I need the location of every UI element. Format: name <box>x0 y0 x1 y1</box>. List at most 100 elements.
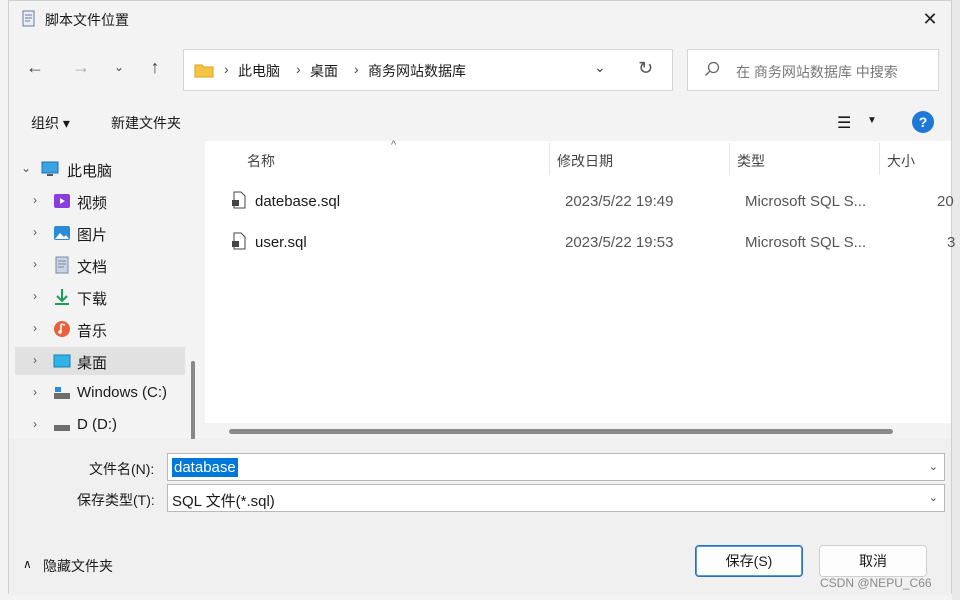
document-icon <box>55 256 69 274</box>
arrow-left-icon: ← <box>26 56 44 77</box>
background-window-strip <box>952 0 960 600</box>
folder-icon <box>194 64 214 78</box>
back-button[interactable]: ← <box>23 55 47 79</box>
sidebar-item-label: Windows (C:) <box>77 384 168 401</box>
new-folder-button[interactable]: 新建文件夹 <box>111 113 181 133</box>
column-divider[interactable] <box>879 143 880 175</box>
organize-menu[interactable]: 组织 ▾ <box>31 113 70 133</box>
sidebar-item-label: 下载 <box>77 291 108 308</box>
arrow-right-icon: → <box>72 56 90 77</box>
filetype-select[interactable]: SQL 文件(*.sql) ⌄ <box>167 484 945 512</box>
breadcrumb-desktop[interactable]: 桌面 <box>310 61 338 81</box>
filename-value: database <box>172 458 238 477</box>
refresh-icon[interactable]: ↻ <box>638 58 653 79</box>
watermark: CSDN @NEPU_C66 <box>820 576 932 590</box>
music-icon <box>54 321 70 337</box>
chevron-up-icon[interactable]: ∧ <box>23 557 32 571</box>
sidebar-item-desktop[interactable]: › 桌面 <box>15 347 185 375</box>
filename-input[interactable]: database ⌄ <box>167 453 945 481</box>
chevron-right-icon[interactable]: › <box>33 385 37 399</box>
file-type: Microsoft SQL S... <box>745 234 867 251</box>
chevron-down-icon[interactable]: ⌄ <box>21 161 31 175</box>
video-icon <box>54 194 70 208</box>
address-bar[interactable]: › 此电脑 › 桌面 › 商务网站数据库 ⌄ ↻ <box>183 49 673 91</box>
file-name: datebase.sql <box>255 193 341 210</box>
chevron-down-icon: ⌄ <box>113 60 125 74</box>
chevron-right-icon[interactable]: › <box>33 417 37 431</box>
breadcrumb-this-pc[interactable]: 此电脑 <box>238 61 280 81</box>
sidebar-item-this-pc[interactable]: ⌄ 此电脑 <box>15 155 185 183</box>
column-divider[interactable] <box>729 143 730 175</box>
sidebar-item-downloads[interactable]: › 下载 <box>15 283 185 311</box>
navigation-pane: ⌄ 此电脑 › 视频 › 图片 › 文档 › 下载 › 音乐 › 桌面 › Wi… <box>9 141 205 507</box>
horizontal-scrollbar[interactable] <box>205 423 951 439</box>
chevron-right-icon: › <box>224 61 229 77</box>
file-size: 3 <box>947 234 956 251</box>
horizontal-scrollbar-thumb[interactable] <box>229 429 893 434</box>
recent-locations-button[interactable]: ⌄ <box>107 55 131 79</box>
column-header-modified[interactable]: 修改日期 <box>557 151 613 171</box>
column-divider[interactable] <box>549 143 550 175</box>
file-row[interactable]: datebase.sql 2023/5/22 19:49 Microsoft S… <box>227 183 954 219</box>
search-icon <box>705 61 720 76</box>
sidebar-item-documents[interactable]: › 文档 <box>15 251 185 279</box>
column-header-type[interactable]: 类型 <box>737 151 765 171</box>
chevron-right-icon: › <box>296 61 301 77</box>
script-file-icon <box>22 10 35 27</box>
search-placeholder: 在 商务网站数据库 中搜索 <box>736 64 898 80</box>
sql-file-icon <box>232 232 246 250</box>
sidebar-item-drive-c[interactable]: › Windows (C:) <box>15 379 185 407</box>
up-button[interactable]: ↑ <box>143 55 167 79</box>
hide-folders-toggle[interactable]: 隐藏文件夹 <box>43 556 113 576</box>
drive-d-icon <box>54 425 70 431</box>
column-header-name[interactable]: 名称 <box>247 151 275 171</box>
save-button[interactable]: 保存(S) <box>695 545 803 577</box>
arrow-up-icon: ↑ <box>150 56 160 77</box>
address-dropdown-icon[interactable]: ⌄ <box>594 59 606 76</box>
window-title: 脚本文件位置 <box>45 12 129 28</box>
sidebar-item-label: 文档 <box>77 259 108 276</box>
help-icon[interactable]: ? <box>912 111 934 133</box>
forward-button[interactable]: → <box>69 55 93 79</box>
sidebar-item-label: 图片 <box>77 227 108 244</box>
sidebar-item-label: 音乐 <box>77 323 108 340</box>
chevron-right-icon[interactable]: › <box>33 321 37 335</box>
close-icon: ✕ <box>922 8 938 29</box>
chevron-down-icon[interactable]: ⌄ <box>929 460 938 473</box>
sidebar-item-pictures[interactable]: › 图片 <box>15 219 185 247</box>
file-name: user.sql <box>255 234 307 251</box>
column-header-size[interactable]: 大小 <box>887 151 915 171</box>
close-button[interactable]: ✕ <box>915 7 945 31</box>
chevron-down-icon[interactable]: ⌄ <box>929 491 938 504</box>
sidebar-item-videos[interactable]: › 视频 <box>15 187 185 215</box>
view-dropdown-icon[interactable]: ▼ <box>867 115 877 126</box>
chevron-right-icon[interactable]: › <box>33 257 37 271</box>
download-icon <box>55 289 69 305</box>
search-box[interactable]: 在 商务网站数据库 中搜索 <box>687 49 939 91</box>
breadcrumb-current-folder[interactable]: 商务网站数据库 <box>368 61 466 81</box>
desktop-icon <box>53 354 71 368</box>
filename-label: 文件名(N): <box>89 461 155 477</box>
file-row[interactable]: user.sql 2023/5/22 19:53 Microsoft SQL S… <box>227 224 955 260</box>
chevron-right-icon[interactable]: › <box>33 289 37 303</box>
sidebar-item-label: D (D:) <box>77 416 117 433</box>
save-form: 文件名(N): database ⌄ 保存类型(T): SQL 文件(*.sql… <box>9 439 951 595</box>
sidebar-item-music[interactable]: › 音乐 <box>15 315 185 343</box>
filetype-label: 保存类型(T): <box>77 492 155 508</box>
sidebar-item-label: 此电脑 <box>67 163 113 180</box>
sidebar-item-drive-d[interactable]: › D (D:) <box>15 411 185 439</box>
chevron-right-icon[interactable]: › <box>33 193 37 207</box>
chevron-right-icon[interactable]: › <box>33 353 37 367</box>
sql-file-icon <box>232 191 246 209</box>
sidebar-item-label: 视频 <box>77 195 108 212</box>
view-list-icon[interactable]: ☰ <box>837 113 851 133</box>
filetype-value: SQL 文件(*.sql) <box>172 493 275 510</box>
cancel-button[interactable]: 取消 <box>819 545 927 577</box>
drive-c-icon <box>54 387 70 399</box>
file-type: Microsoft SQL S... <box>745 193 867 210</box>
chevron-right-icon[interactable]: › <box>33 225 37 239</box>
sidebar-item-label: 桌面 <box>77 355 108 372</box>
picture-icon <box>54 226 70 240</box>
file-modified: 2023/5/22 19:53 <box>565 234 674 251</box>
file-modified: 2023/5/22 19:49 <box>565 193 674 210</box>
